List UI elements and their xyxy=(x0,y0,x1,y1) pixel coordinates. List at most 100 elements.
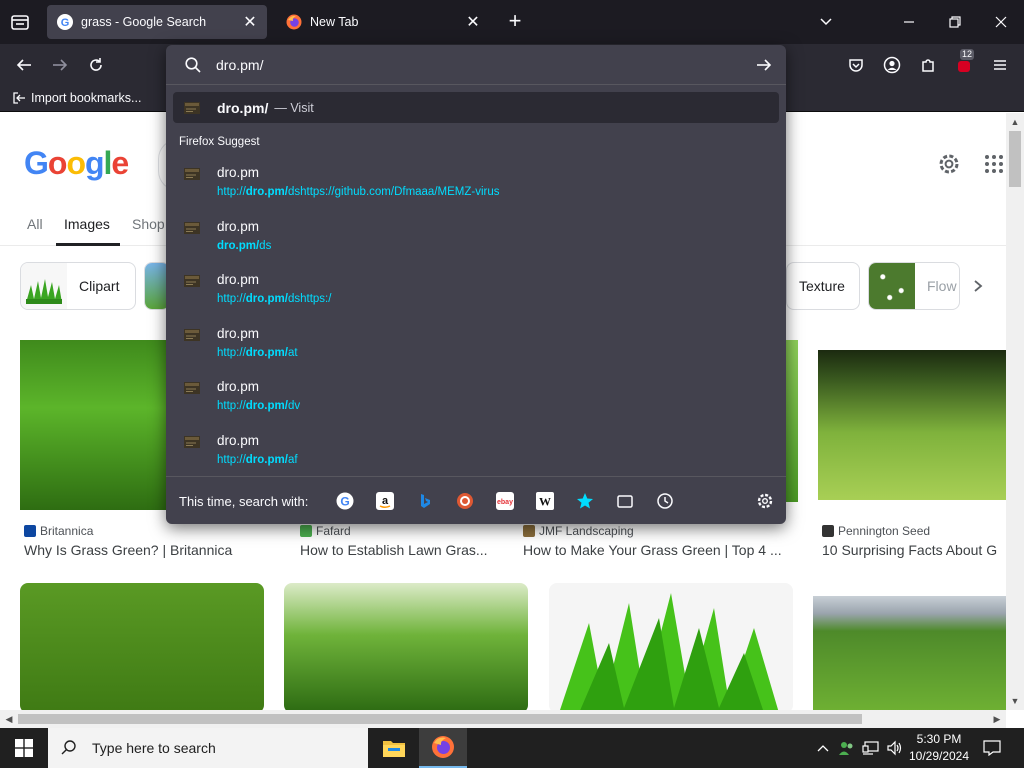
suggestion-url: http://dro.pm/af xyxy=(217,454,298,466)
scroll-down-arrow-icon[interactable]: ▼ xyxy=(1006,692,1024,710)
account-icon[interactable] xyxy=(880,53,904,77)
pocket-icon[interactable] xyxy=(844,53,868,77)
google-icon[interactable]: G xyxy=(335,491,355,511)
firefox-taskbar-icon[interactable] xyxy=(419,728,467,768)
horizontal-scrollbar[interactable]: ◀ ▶ xyxy=(0,710,1006,728)
history-icon[interactable] xyxy=(655,491,675,511)
forward-arrow-icon[interactable] xyxy=(48,53,72,77)
result-image-britannica[interactable] xyxy=(20,340,170,510)
suggestion-url: http://dro.pm/dv xyxy=(217,400,301,412)
bing-icon[interactable] xyxy=(415,491,435,511)
extensions-puzzle-icon[interactable] xyxy=(916,53,940,77)
search-settings-gear-icon[interactable] xyxy=(755,491,775,511)
google-favicon-icon: G xyxy=(57,14,73,30)
horizontal-scroll-thumb[interactable] xyxy=(18,714,862,724)
app-menu-hamburger-icon[interactable] xyxy=(988,53,1012,77)
suggestion-row[interactable]: dro.pm http://dro.pm/dv xyxy=(173,372,779,422)
tab-title: grass - Google Search xyxy=(81,15,207,29)
svg-text:a: a xyxy=(382,495,389,507)
search-shortcuts-footer: This time, search with: G a ebay W xyxy=(166,476,786,524)
result-caption[interactable]: How to Make Your Grass Green | Top 4 ... xyxy=(523,542,798,558)
network-icon[interactable] xyxy=(860,728,882,768)
file-explorer-icon[interactable] xyxy=(370,728,418,768)
import-bookmarks-label: Import bookmarks... xyxy=(31,91,142,105)
notifications-icon[interactable] xyxy=(978,728,1006,768)
svg-text:ebay: ebay xyxy=(497,499,513,506)
suggestion-row[interactable]: dro.pm http://dro.pm/dshttps:/ xyxy=(173,265,779,315)
result-image-lawn-3[interactable] xyxy=(549,583,793,710)
tab-list-icon[interactable] xyxy=(8,10,32,34)
scroll-up-arrow-icon[interactable]: ▲ xyxy=(1006,113,1024,131)
urlbar-dropdown: dro.pm/ — Visit Firefox Suggest dro.pm ht… xyxy=(166,45,786,524)
list-all-tabs-chevron-icon[interactable] xyxy=(812,8,840,36)
clock-time: 5:30 PM xyxy=(916,732,962,746)
urlbar-input[interactable] xyxy=(216,54,736,76)
duckduckgo-icon[interactable] xyxy=(455,491,475,511)
tab-new-tab[interactable]: New Tab ✕ xyxy=(276,5,490,39)
reload-icon[interactable] xyxy=(84,53,108,77)
taskbar-search-box[interactable]: Type here to search xyxy=(48,728,368,768)
suggestion-row[interactable]: dro.pm http://dro.pm/dshttps://github.com… xyxy=(173,158,779,208)
result-image-lawn-1[interactable] xyxy=(20,583,264,710)
close-window-icon[interactable] xyxy=(987,8,1015,36)
suggestion-title: dro.pm xyxy=(217,379,260,394)
chip-texture[interactable]: Texture xyxy=(786,262,860,310)
site-favicon-icon xyxy=(184,168,200,180)
urlbar-heuristic-result[interactable]: dro.pm/ — Visit xyxy=(173,92,779,123)
taskbar-clock[interactable]: 5:30 PM 10/29/2024 xyxy=(906,731,972,765)
suggestion-row[interactable]: dro.pm http://dro.pm/af xyxy=(173,426,779,476)
suggestion-title: dro.pm xyxy=(217,326,260,341)
result-caption[interactable]: Why Is Grass Green? | Britannica xyxy=(24,542,274,558)
result-source: Britannica xyxy=(24,524,93,538)
google-apps-grid-icon[interactable] xyxy=(985,155,1003,173)
restore-window-icon[interactable] xyxy=(941,8,969,36)
result-image-jmf[interactable] xyxy=(786,340,798,502)
vertical-scroll-thumb[interactable] xyxy=(1009,131,1021,187)
result-caption[interactable]: 10 Surprising Facts About G xyxy=(822,542,1006,558)
extension-badge-icon[interactable]: 12 xyxy=(952,49,976,77)
settings-gear-icon[interactable] xyxy=(936,151,962,177)
ebay-icon[interactable]: ebay xyxy=(495,491,515,511)
suggestion-row[interactable]: dro.pm dro.pm/ds xyxy=(173,212,779,262)
import-bookmarks-button[interactable]: Import bookmarks... xyxy=(12,91,141,105)
tab-google-search[interactable]: G grass - Google Search ✕ xyxy=(47,5,267,39)
volume-icon[interactable] xyxy=(884,728,906,768)
tabs-icon[interactable] xyxy=(615,491,635,511)
scroll-left-arrow-icon[interactable]: ◀ xyxy=(0,710,18,728)
go-arrow-icon[interactable] xyxy=(754,55,774,75)
google-logo[interactable]: Google xyxy=(24,145,129,182)
wikipedia-icon[interactable]: W xyxy=(535,491,555,511)
suggestion-title: dro.pm xyxy=(217,272,260,287)
suggestion-url: http://dro.pm/dshttps:/ xyxy=(217,293,332,305)
windows-start-icon[interactable] xyxy=(0,728,48,768)
result-image-pennington[interactable] xyxy=(818,350,1006,500)
result-image-lawn-4[interactable] xyxy=(813,596,1006,710)
scroll-right-arrow-icon[interactable]: ▶ xyxy=(988,710,1006,728)
tab-shop[interactable]: Shop xyxy=(132,216,165,232)
amazon-icon[interactable]: a xyxy=(375,491,395,511)
new-tab-button[interactable]: + xyxy=(503,10,527,34)
bookmarks-star-icon[interactable] xyxy=(575,491,595,511)
suggestion-row[interactable]: dro.pm http://dro.pm/at xyxy=(173,319,779,369)
chip-label: Texture xyxy=(799,278,845,294)
active-tab-indicator xyxy=(56,243,120,246)
close-tab-icon[interactable]: ✕ xyxy=(239,11,261,33)
people-tray-icon[interactable] xyxy=(836,728,858,768)
clock-date: 10/29/2024 xyxy=(908,749,970,763)
chip-flowers[interactable]: Flow xyxy=(868,262,960,310)
result-source: Pennington Seed xyxy=(822,524,930,538)
result-caption[interactable]: How to Establish Lawn Gras... xyxy=(300,542,510,558)
back-arrow-icon[interactable] xyxy=(12,53,36,77)
vertical-scrollbar[interactable]: ▲ ▼ xyxy=(1006,113,1024,710)
chips-next-chevron-icon[interactable] xyxy=(966,274,990,298)
close-tab-icon[interactable]: ✕ xyxy=(462,11,484,33)
show-hidden-icons-chevron-icon[interactable] xyxy=(814,728,832,768)
tab-all[interactable]: All xyxy=(27,216,43,232)
import-icon xyxy=(13,92,25,104)
minimize-window-icon[interactable] xyxy=(895,8,923,36)
chip-clipart[interactable]: Clipart xyxy=(20,262,136,310)
fafard-favicon-icon xyxy=(300,525,312,537)
urlbar-input-row xyxy=(166,45,786,85)
result-image-lawn-2[interactable] xyxy=(284,583,528,710)
tab-images[interactable]: Images xyxy=(64,216,110,232)
